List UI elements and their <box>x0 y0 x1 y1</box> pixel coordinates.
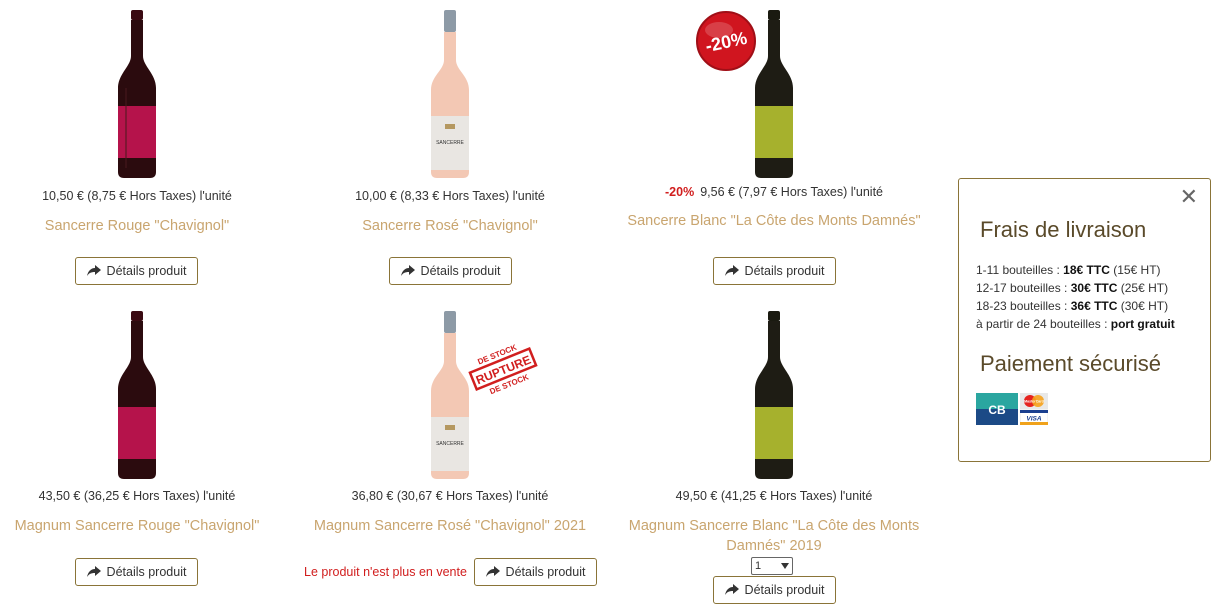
rate-ttc: 30€ TTC <box>1070 281 1118 295</box>
share-arrow-icon <box>86 265 101 276</box>
product-card-magnum-rouge: 43,50 € (36,25 € Hors Taxes) l'unité Mag… <box>0 300 287 613</box>
product-name-link[interactable]: Magnum Sancerre Rouge "Chavignol" <box>0 516 287 536</box>
button-label: Détails produit <box>106 264 187 278</box>
product-details-button[interactable]: Détails produit <box>75 558 198 586</box>
product-details-button[interactable]: Détails produit <box>713 257 836 285</box>
share-arrow-icon <box>86 566 101 577</box>
product-card-sancerre-rouge: 10,50 € (8,75 € Hors Taxes) l'unité Sanc… <box>0 0 287 300</box>
product-card-sancerre-blanc: -20% -20% 9,56 € (7,97 € Hors Taxes) l'un… <box>624 0 924 300</box>
product-details-button[interactable]: Détails produit <box>75 257 198 285</box>
free-value: port gratuit <box>1110 317 1175 331</box>
shipping-rate-row: 1-11 bouteilles : 18€ TTC (15€ HT) <box>976 261 1175 279</box>
svg-text:MasterCard: MasterCard <box>1024 400 1044 404</box>
product-card-magnum-rose: SANCERRE DE STOCK RUPTURE DE STOCK 36,80… <box>300 300 600 613</box>
product-price: -20% 9,56 € (7,97 € Hors Taxes) l'unité <box>624 185 924 199</box>
svg-text:CB: CB <box>988 403 1006 417</box>
share-arrow-icon <box>400 265 415 276</box>
svg-text:SANCERRE: SANCERRE <box>436 441 464 447</box>
rate-label: 12-17 bouteilles : <box>976 281 1071 295</box>
product-price: 36,80 € (30,67 € Hors Taxes) l'unité <box>351 489 549 503</box>
rate-ttc: 18€ TTC <box>1063 263 1110 277</box>
svg-text:VISA: VISA <box>1026 416 1041 423</box>
share-arrow-icon <box>485 566 500 577</box>
product-name-link[interactable]: Sancerre Rosé "Chavignol" <box>300 216 600 236</box>
share-arrow-icon <box>724 265 739 276</box>
product-name-link[interactable]: Sancerre Rouge "Chavignol" <box>0 216 287 236</box>
product-name-line-2: Damnés" 2019 <box>726 538 822 554</box>
rate-ht: (30€ HT) <box>1120 299 1169 313</box>
product-details-button[interactable]: Détails produit <box>389 257 512 285</box>
rate-ht: (25€ HT) <box>1120 281 1169 295</box>
rate-ht: (15€ HT) <box>1113 263 1161 277</box>
product-card-sancerre-rose: SANCERRE 10,00 € (8,33 € Hors Taxes) l'u… <box>300 0 600 300</box>
shipping-title: Frais de livraison <box>980 217 1147 242</box>
free-label: à partir de 24 bouteilles : <box>976 317 1111 331</box>
free-shipping-row: à partir de 24 bouteilles : port gratuit <box>976 315 1175 333</box>
product-name-link[interactable]: Magnum Sancerre Blanc "La Côte des Monts… <box>624 516 924 556</box>
rate-label: 18-23 bouteilles : <box>976 299 1071 313</box>
out-of-stock-stamp: DE STOCK RUPTURE DE STOCK <box>468 343 538 396</box>
payment-title: Paiement sécurisé <box>980 351 1161 376</box>
close-icon[interactable]: ✕ <box>1180 186 1198 208</box>
discount-percent: -20% <box>665 185 695 199</box>
button-label: Détails produit <box>744 583 825 597</box>
cb-card-icon: CB <box>976 393 1018 425</box>
button-label: Détails produit <box>420 264 501 278</box>
product-name-link[interactable]: Magnum Sancerre Rosé "Chavignol" 2021 <box>300 516 600 536</box>
button-label: Détails produit <box>505 565 586 579</box>
product-name-line-1: Magnum Sancerre Blanc "La Côte des Monts <box>628 518 920 534</box>
wine-bottle-rouge-image[interactable] <box>112 8 162 178</box>
shipping-rate-row: 12-17 bouteilles : 30€ TTC (25€ HT) <box>976 279 1175 297</box>
product-price: 43,50 € (36,25 € Hors Taxes) l'unité <box>38 489 236 503</box>
mastercard-visa-icon: MasterCard VISA <box>1020 393 1048 425</box>
discount-badge: -20% <box>696 11 756 71</box>
payment-cards: CB MasterCard VISA <box>976 393 1048 425</box>
product-name-link[interactable]: Sancerre Blanc "La Côte des Monts Damnés… <box>624 211 924 231</box>
shipping-rate-row: 18-23 bouteilles : 36€ TTC (30€ HT) <box>976 297 1175 315</box>
product-price: 10,50 € (8,75 € Hors Taxes) l'unité <box>42 189 232 203</box>
product-price: 10,00 € (8,33 € Hors Taxes) l'unité <box>355 189 545 203</box>
quantity-select[interactable]: 1 <box>751 557 793 575</box>
wine-bottle-rose-image[interactable]: SANCERRE <box>425 8 475 178</box>
unavailable-notice: Le produit n'est plus en vente <box>304 565 467 579</box>
quantity-value: 1 <box>755 560 762 572</box>
price-value: 9,56 € (7,97 € Hors Taxes) l'unité <box>700 185 883 199</box>
wine-bottle-blanc-image[interactable] <box>749 309 799 479</box>
svg-text:SANCERRE: SANCERRE <box>436 140 464 146</box>
share-arrow-icon <box>724 584 739 595</box>
product-details-button[interactable]: Détails produit <box>713 576 836 604</box>
chevron-down-icon <box>781 563 789 569</box>
rate-ttc: 36€ TTC <box>1070 299 1118 313</box>
wine-bottle-rouge-image[interactable] <box>112 309 162 479</box>
button-label: Détails produit <box>106 565 187 579</box>
shipping-info-panel: ✕ Frais de livraison 1-11 bouteilles : 1… <box>958 178 1211 462</box>
button-label: Détails produit <box>744 264 825 278</box>
product-price: 49,50 € (41,25 € Hors Taxes) l'unité <box>675 489 873 503</box>
rate-label: 1-11 bouteilles : <box>976 263 1064 277</box>
product-card-magnum-blanc: 49,50 € (41,25 € Hors Taxes) l'unité Mag… <box>624 300 924 613</box>
product-details-button[interactable]: Détails produit <box>474 558 597 586</box>
shipping-rates-list: 1-11 bouteilles : 18€ TTC (15€ HT) 12-17… <box>976 261 1175 333</box>
